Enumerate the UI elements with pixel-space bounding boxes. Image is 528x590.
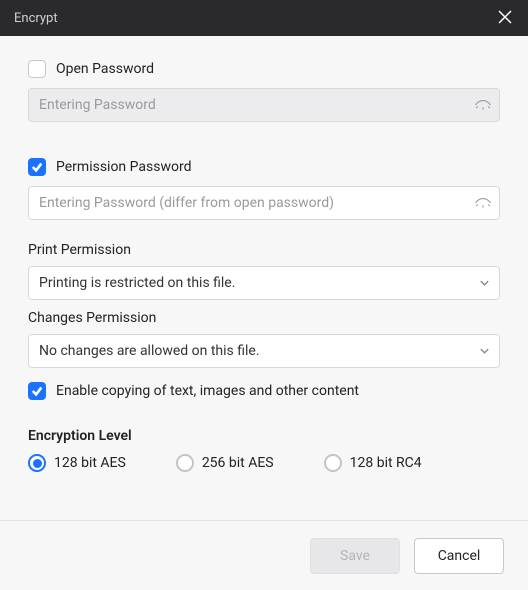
radio-icon <box>28 454 46 472</box>
print-permission-label: Print Permission <box>28 242 500 258</box>
enable-copy-label: Enable copying of text, images and other… <box>56 383 359 399</box>
permission-password-checkbox[interactable] <box>28 158 46 176</box>
dialog-footer: Save Cancel <box>0 520 528 590</box>
open-password-input <box>28 88 500 122</box>
close-icon[interactable] <box>492 4 518 33</box>
changes-permission-select-wrap: No changes are allowed on this file. <box>28 334 500 368</box>
print-permission-select[interactable]: Printing is restricted on this file. <box>28 266 500 300</box>
changes-permission-label: Changes Permission <box>28 310 500 326</box>
encryption-level-label: Encryption Level <box>28 428 500 444</box>
titlebar: Encrypt <box>0 0 528 36</box>
eye-icon[interactable] <box>474 194 492 212</box>
radio-256-aes[interactable]: 256 bit AES <box>176 454 274 472</box>
print-permission-value: Printing is restricted on this file. <box>39 275 235 291</box>
open-password-input-wrap <box>28 88 500 122</box>
save-button: Save <box>310 538 400 574</box>
dialog-content: Open Password Permission Password Print … <box>0 36 528 472</box>
radio-128-rc4[interactable]: 128 bit RC4 <box>324 454 422 472</box>
permission-password-input[interactable] <box>28 186 500 220</box>
changes-permission-value: No changes are allowed on this file. <box>39 343 260 359</box>
dialog-title: Encrypt <box>14 11 58 26</box>
changes-permission-select[interactable]: No changes are allowed on this file. <box>28 334 500 368</box>
radio-icon <box>176 454 194 472</box>
enable-copy-checkbox[interactable] <box>28 382 46 400</box>
permission-password-checkbox-row: Permission Password <box>28 158 500 176</box>
cancel-button[interactable]: Cancel <box>414 538 504 574</box>
radio-label: 128 bit RC4 <box>350 455 422 471</box>
encryption-level-radios: 128 bit AES 256 bit AES 128 bit RC4 <box>28 454 500 472</box>
radio-label: 128 bit AES <box>54 455 126 471</box>
radio-label: 256 bit AES <box>202 455 274 471</box>
permission-password-input-wrap <box>28 186 500 220</box>
permission-password-label: Permission Password <box>56 159 191 175</box>
open-password-checkbox[interactable] <box>28 60 46 78</box>
encryption-level-section: Encryption Level 128 bit AES 256 bit AES… <box>28 428 500 472</box>
print-permission-select-wrap: Printing is restricted on this file. <box>28 266 500 300</box>
open-password-label: Open Password <box>56 61 154 77</box>
radio-128-aes[interactable]: 128 bit AES <box>28 454 126 472</box>
open-password-checkbox-row: Open Password <box>28 60 500 78</box>
radio-icon <box>324 454 342 472</box>
enable-copy-row: Enable copying of text, images and other… <box>28 382 500 400</box>
eye-icon <box>474 96 492 114</box>
